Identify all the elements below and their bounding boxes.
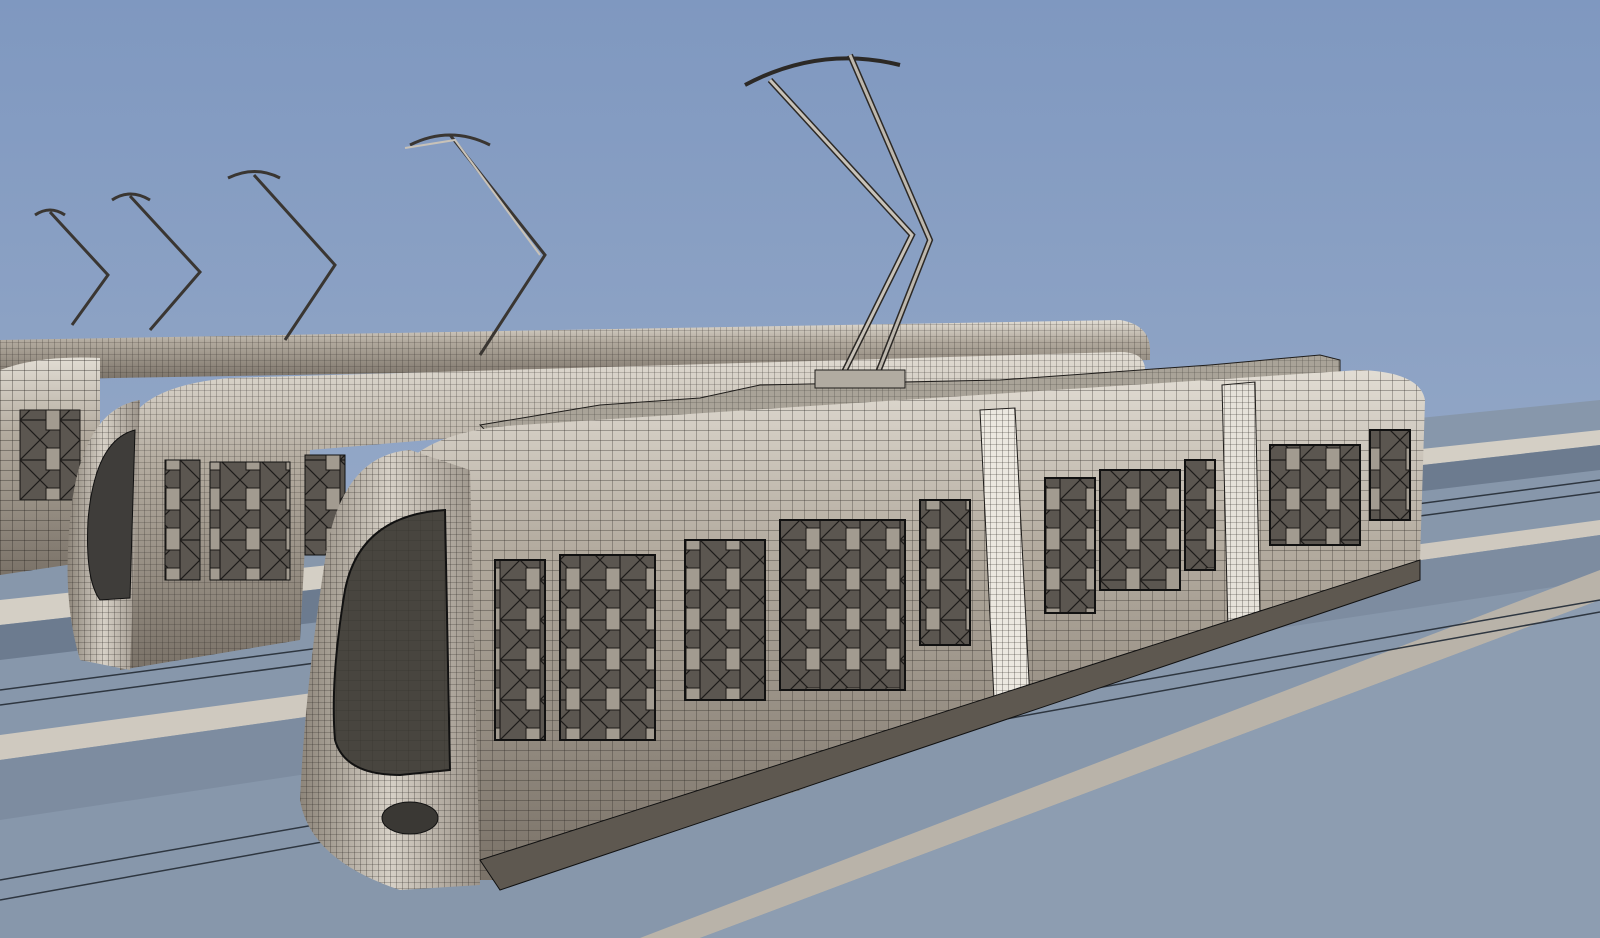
cad-viewport[interactable] [0, 0, 1600, 938]
passenger-window [1099, 469, 1181, 591]
passenger-window [559, 554, 656, 741]
door-window [494, 559, 546, 741]
headlight [381, 801, 439, 835]
passenger-window [1184, 459, 1216, 571]
passenger-window [779, 519, 906, 691]
passenger-window [1044, 477, 1096, 614]
passenger-window [919, 499, 971, 646]
tram-wireframe-render [0, 0, 1600, 938]
passenger-window [1369, 429, 1411, 521]
passenger-window [1269, 444, 1361, 546]
passenger-window [684, 539, 766, 701]
